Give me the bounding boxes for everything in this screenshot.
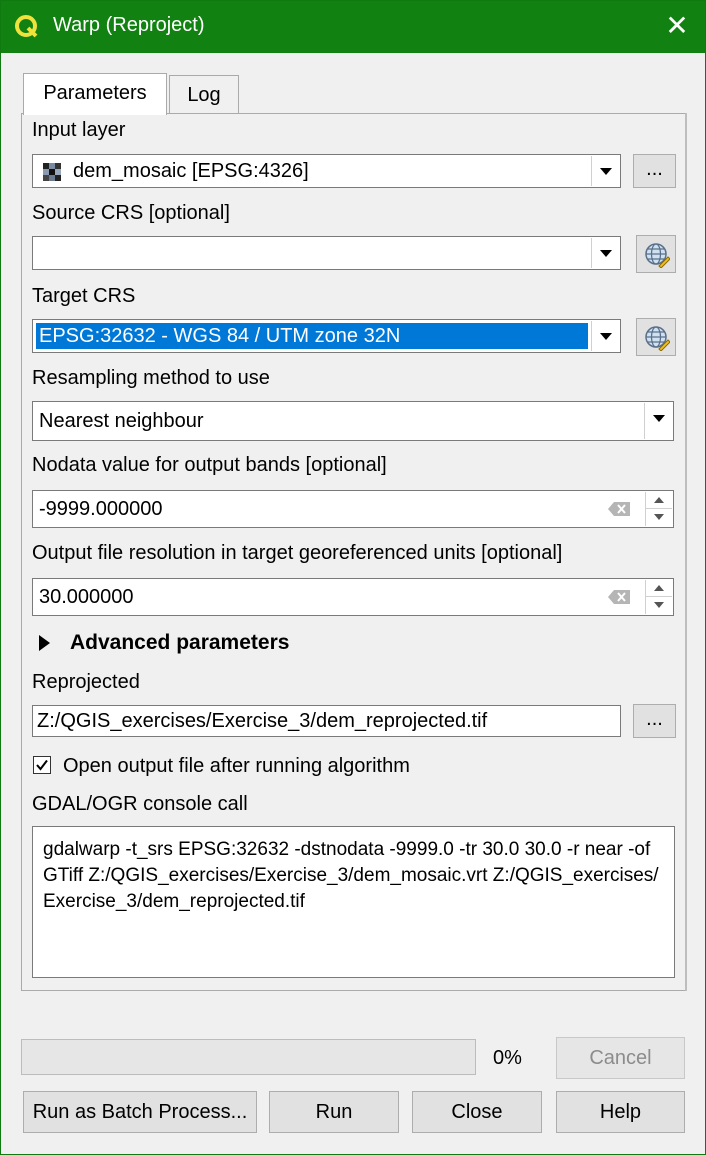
expand-triangle-icon — [39, 635, 50, 651]
resolution-spinbox[interactable]: 30.000000 — [32, 578, 674, 616]
spin-down-icon[interactable] — [646, 597, 672, 614]
cancel-button[interactable]: Cancel — [556, 1037, 685, 1079]
input-layer-combo[interactable]: dem_mosaic [EPSG:4326] — [32, 154, 621, 188]
reprojected-value: Z:/QGIS_exercises/Exercise_3/dem_reproje… — [37, 710, 488, 732]
tab-parameters[interactable]: Parameters — [23, 73, 167, 115]
spin-up-icon[interactable] — [646, 580, 672, 597]
target-crs-value: EPSG:32632 - WGS 84 / UTM zone 32N — [36, 323, 588, 349]
spin-up-icon[interactable] — [646, 492, 672, 509]
clear-field-icon[interactable] — [607, 589, 631, 605]
qgis-logo-icon — [15, 15, 38, 38]
raster-layer-icon — [43, 163, 61, 181]
progress-bar — [21, 1039, 476, 1075]
open-output-label: Open output file after running algorithm — [63, 755, 410, 777]
resolution-value: 30.000000 — [39, 586, 134, 608]
spin-down-icon[interactable] — [646, 509, 672, 526]
nodata-label: Nodata value for output bands [optional] — [32, 454, 387, 476]
chevron-down-icon[interactable] — [644, 403, 672, 439]
close-window-button[interactable]: ✕ — [649, 1, 705, 53]
chevron-down-icon[interactable] — [591, 156, 619, 186]
panel-scrollbar[interactable] — [685, 113, 687, 991]
run-button[interactable]: Run — [269, 1091, 399, 1133]
tab-log[interactable]: Log — [169, 75, 239, 115]
nodata-spinbox[interactable]: -9999.000000 — [32, 490, 674, 528]
target-crs-select-button[interactable] — [636, 318, 676, 356]
console-call-textarea[interactable]: gdalwarp -t_srs EPSG:32632 -dstnodata -9… — [32, 826, 675, 978]
help-button[interactable]: Help — [556, 1091, 685, 1133]
console-label: GDAL/OGR console call — [32, 793, 248, 815]
chevron-down-icon[interactable] — [591, 321, 619, 351]
checkmark-icon — [36, 759, 48, 771]
reprojected-output-field[interactable]: Z:/QGIS_exercises/Exercise_3/dem_reproje… — [32, 705, 621, 737]
chevron-down-icon[interactable] — [591, 238, 619, 268]
crs-globe-icon — [645, 326, 670, 351]
resampling-combo[interactable]: Nearest neighbour — [32, 401, 674, 441]
input-layer-label: Input layer — [32, 119, 126, 141]
clear-field-icon[interactable] — [607, 501, 631, 517]
resampling-value: Nearest neighbour — [39, 410, 204, 432]
warp-dialog: Warp (Reproject) ✕ Parameters Log Input … — [0, 0, 706, 1155]
open-output-checkbox[interactable] — [33, 756, 51, 774]
batch-process-button[interactable]: Run as Batch Process... — [23, 1091, 257, 1133]
input-layer-browse-button[interactable]: ... — [633, 154, 676, 188]
nodata-value: -9999.000000 — [39, 498, 163, 520]
reprojected-browse-button[interactable]: ... — [633, 704, 676, 738]
window-title: Warp (Reproject) — [53, 14, 205, 36]
advanced-parameters-label: Advanced parameters — [70, 631, 290, 654]
source-crs-select-button[interactable] — [636, 235, 676, 273]
resolution-label: Output file resolution in target georefe… — [32, 542, 563, 564]
target-crs-combo[interactable]: EPSG:32632 - WGS 84 / UTM zone 32N — [32, 319, 621, 353]
crs-globe-icon — [645, 243, 670, 268]
source-crs-combo[interactable] — [32, 236, 621, 270]
resampling-label: Resampling method to use — [32, 367, 270, 389]
close-button[interactable]: Close — [412, 1091, 542, 1133]
console-call-text: gdalwarp -t_srs EPSG:32632 -dstnodata -9… — [43, 839, 659, 912]
input-layer-value: dem_mosaic [EPSG:4326] — [73, 160, 309, 182]
reprojected-label: Reprojected — [32, 671, 140, 693]
source-crs-label: Source CRS [optional] — [32, 202, 230, 224]
title-bar: Warp (Reproject) ✕ — [1, 1, 705, 53]
target-crs-label: Target CRS — [32, 285, 136, 307]
progress-percent: 0% — [493, 1047, 522, 1069]
